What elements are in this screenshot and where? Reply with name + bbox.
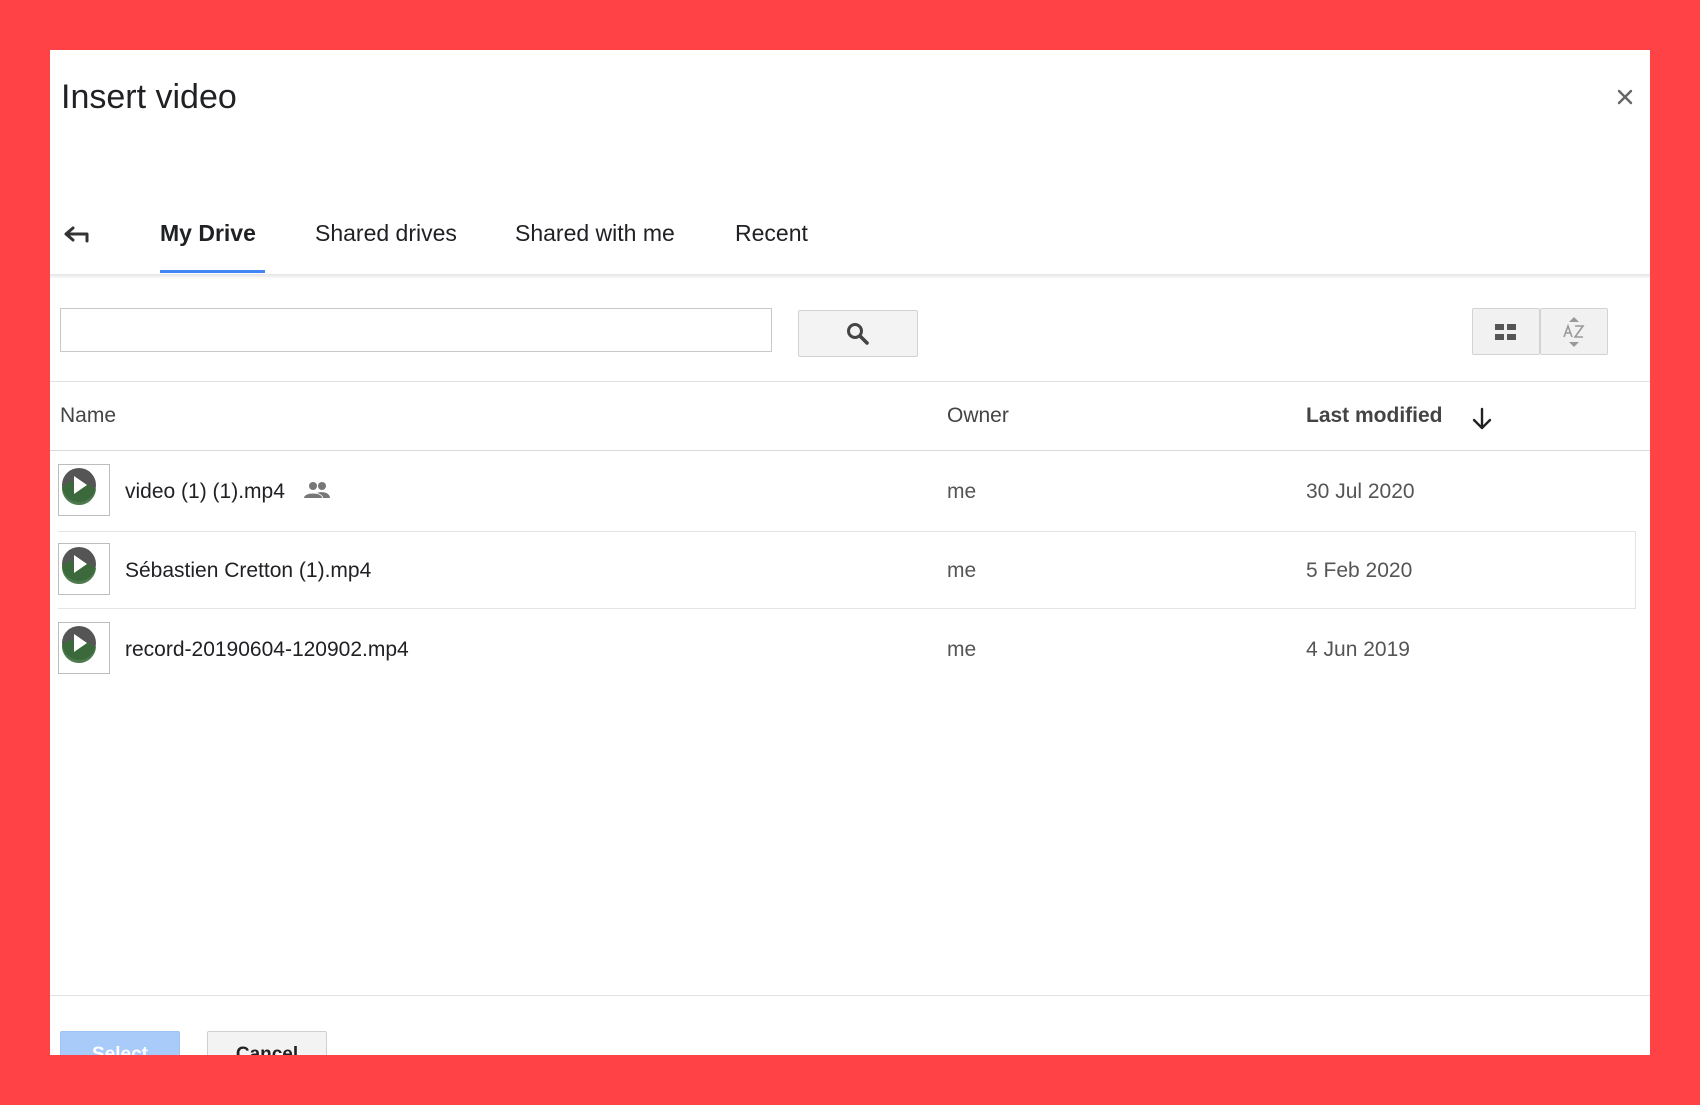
file-name: video (1) (1).mp4 <box>125 480 285 503</box>
tab-my-drive[interactable]: My Drive <box>160 220 256 247</box>
file-row[interactable]: record-20190604-120902.mp4 me 4 Jun 2019 <box>58 610 1636 688</box>
tab-bar: My Drive Shared drives Shared with me Re… <box>50 180 1650 275</box>
insert-video-dialog: Insert video My Drive Shared drives Shar… <box>50 50 1650 1055</box>
close-button[interactable] <box>1612 84 1638 110</box>
tab-shared-with-me[interactable]: Shared with me <box>515 220 675 247</box>
column-header-owner[interactable]: Owner <box>947 404 1009 428</box>
file-modified: 5 Feb 2020 <box>1306 559 1413 582</box>
video-thumbnail <box>58 464 110 516</box>
file-modified: 30 Jul 2020 <box>1306 480 1415 503</box>
file-owner: me <box>947 480 977 503</box>
dialog-title: Insert video <box>61 78 237 116</box>
play-icon <box>61 547 96 585</box>
search-input[interactable] <box>60 308 772 352</box>
tab-shared-drives[interactable]: Shared drives <box>315 220 457 247</box>
column-header-last-modified[interactable]: Last modified <box>1306 404 1443 428</box>
search-button[interactable] <box>798 310 918 357</box>
toolbar-divider <box>50 381 1650 382</box>
active-tab-indicator <box>160 270 265 273</box>
back-arrow-icon <box>64 226 89 243</box>
grid-view-button[interactable] <box>1472 308 1540 355</box>
file-modified: 4 Jun 2019 <box>1306 638 1410 661</box>
video-thumbnail <box>58 543 110 595</box>
file-name: Sébastien Cretton (1).mp4 <box>125 559 372 582</box>
arrow-down-icon[interactable] <box>1469 406 1495 432</box>
play-icon <box>61 626 96 664</box>
column-header-name[interactable]: Name <box>60 404 116 428</box>
sort-options-button[interactable] <box>1540 308 1608 355</box>
file-name: record-20190604-120902.mp4 <box>125 638 409 661</box>
sort-az-icon <box>1563 316 1585 347</box>
file-owner: me <box>947 638 977 661</box>
tab-bar-shadow <box>50 274 1650 279</box>
video-thumbnail <box>58 622 110 674</box>
file-owner: me <box>947 559 977 582</box>
cancel-button[interactable]: Cancel <box>207 1031 327 1055</box>
back-button[interactable] <box>62 222 92 246</box>
select-button[interactable]: Select <box>60 1031 180 1055</box>
search-icon <box>847 322 869 345</box>
close-icon <box>1617 89 1633 105</box>
file-row[interactable]: Sébastien Cretton (1).mp4 me 5 Feb 2020 <box>58 531 1636 609</box>
shared-people-icon <box>304 482 330 498</box>
file-row[interactable]: video (1) (1).mp4 me 30 Jul 2020 <box>58 452 1636 530</box>
play-icon <box>61 468 96 506</box>
footer-divider <box>50 995 1650 996</box>
grid-view-icon <box>1495 323 1516 340</box>
tab-recent[interactable]: Recent <box>735 220 808 247</box>
header-divider <box>50 450 1650 451</box>
